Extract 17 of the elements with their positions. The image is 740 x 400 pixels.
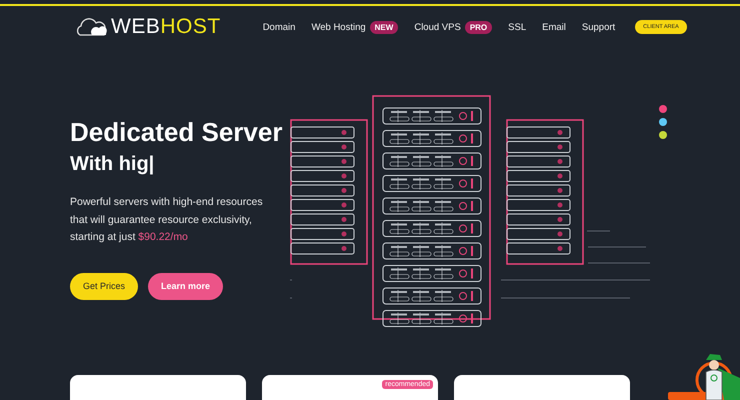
nav-link[interactable]: Domain xyxy=(262,22,296,32)
slide-dot[interactable] xyxy=(659,131,667,139)
nav-link[interactable]: SSL xyxy=(508,22,526,32)
get-prices-button[interactable]: Get Prices xyxy=(70,272,138,300)
hero-description: Powerful servers with high-end resources that will guarantee resource exclusivity, starting at just $90.22/mo xyxy=(70,195,264,245)
nav-link[interactable]: Cloud VPS PRO xyxy=(414,20,492,34)
hero-title: Dedicated Server xyxy=(70,116,284,148)
slide-dot[interactable] xyxy=(659,105,667,113)
nav-link[interactable]: Web Hosting NEW xyxy=(311,20,398,34)
nav-badge: NEW xyxy=(370,20,398,34)
hero-subtitle: With hig| xyxy=(70,153,156,176)
cloud-logo-icon xyxy=(75,17,109,37)
logo-text[interactable]: WEBHOST xyxy=(111,15,221,39)
nav-badge: PRO xyxy=(464,20,492,34)
nav-link[interactable]: Support xyxy=(582,22,616,32)
slide-dot[interactable] xyxy=(659,118,667,126)
nav-link[interactable]: Email xyxy=(542,22,566,32)
